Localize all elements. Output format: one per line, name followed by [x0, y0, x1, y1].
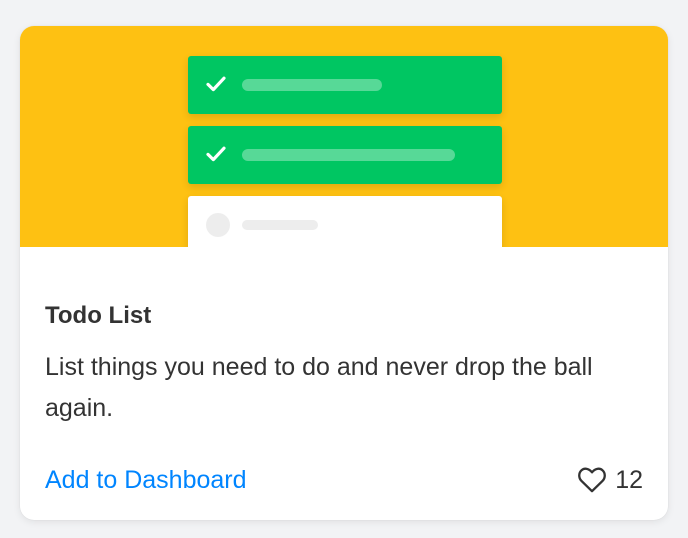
heart-outline-icon [578, 467, 607, 493]
task-text-placeholder [242, 149, 455, 161]
like-count: 12 [615, 466, 643, 494]
card-footer: Add to Dashboard 12 [45, 462, 643, 498]
todo-list-card: Todo List List things you need to do and… [20, 26, 668, 520]
add-to-dashboard-link[interactable]: Add to Dashboard [45, 465, 247, 495]
task-text-placeholder [242, 79, 382, 91]
completed-task-card [188, 126, 502, 184]
pending-task-card [188, 196, 502, 247]
completed-task-card [188, 56, 502, 114]
like-button[interactable]: 12 [577, 464, 643, 496]
card-description: List things you need to do and never dro… [45, 353, 593, 422]
empty-circle-icon [206, 213, 230, 237]
checkmark-icon [206, 75, 226, 93]
task-text-placeholder [242, 220, 318, 230]
todo-list-illustration [20, 26, 668, 247]
checkmark-icon [206, 145, 226, 163]
card-title: Todo List [45, 302, 152, 329]
